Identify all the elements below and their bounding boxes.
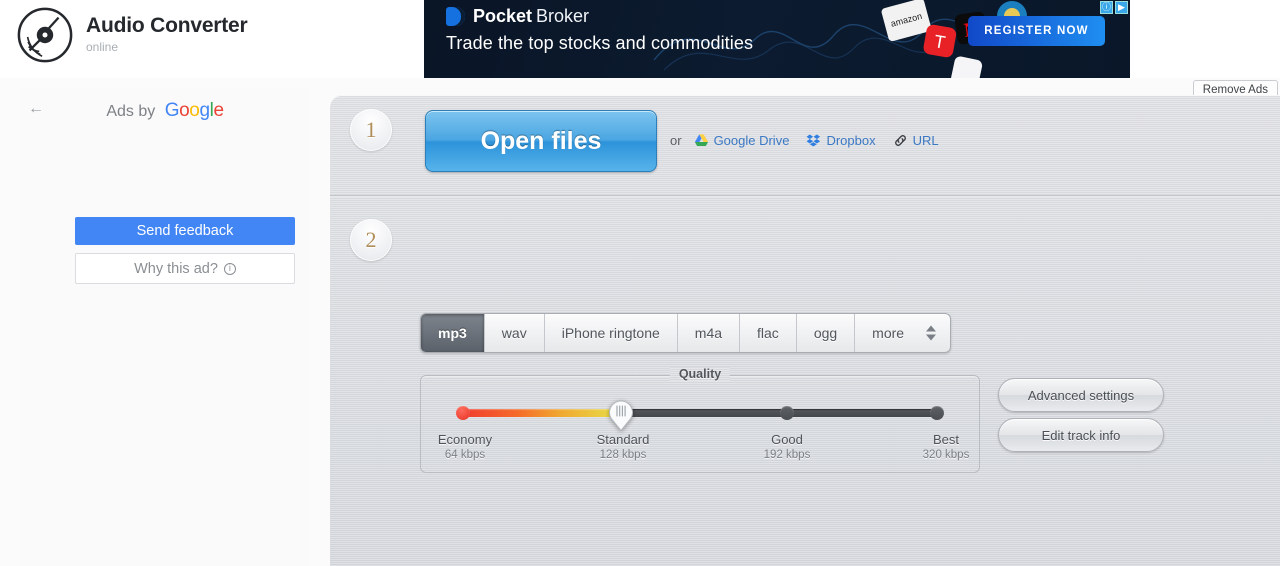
adchoices-group[interactable]: ⓘ ▶ xyxy=(1100,1,1128,14)
tab-wav[interactable]: wav xyxy=(485,314,545,352)
google-drive-icon xyxy=(694,134,708,146)
app-page: Audio Converter online amazon T N xyxy=(0,0,1280,566)
quality-panel: Quality Economy 64 kbps Standard 128 kbp… xyxy=(420,367,980,473)
quality-level-standard[interactable]: Standard 128 kbps xyxy=(558,432,688,461)
quality-level-good[interactable]: Good 192 kbps xyxy=(722,432,852,461)
url-label: URL xyxy=(912,133,939,148)
edit-track-info-button[interactable]: Edit track info xyxy=(998,418,1164,452)
step-1-number: 1 xyxy=(350,109,392,151)
site-logo[interactable]: Audio Converter online xyxy=(16,6,248,64)
tab-m4a[interactable]: m4a xyxy=(678,314,741,352)
dropbox-icon xyxy=(807,134,821,147)
vinyl-record-icon xyxy=(17,7,73,63)
tab-more-label: more xyxy=(872,325,905,341)
url-source[interactable]: URL xyxy=(893,133,939,148)
slider-stop-best[interactable] xyxy=(930,406,944,420)
tab-ogg[interactable]: ogg xyxy=(797,314,856,352)
format-tabs[interactable]: mp3 wav iPhone ringtone m4a flac ogg mor… xyxy=(420,313,952,353)
dropbox-source[interactable]: Dropbox xyxy=(806,133,876,148)
ads-by-google-label: Ads by Google xyxy=(20,100,310,122)
adchoices-icon[interactable]: ⓘ xyxy=(1100,1,1113,14)
standard-label: Standard xyxy=(596,432,650,447)
ad-sidebar: ← Ads by Google Send feedback Why this a… xyxy=(20,88,310,566)
slider-stop-economy[interactable] xyxy=(456,406,470,420)
best-rate: 320 kbps xyxy=(922,449,970,461)
file-source-row: or Google Drive Dropbox URL xyxy=(670,133,956,148)
good-rate: 192 kbps xyxy=(763,449,811,461)
google-drive-source[interactable]: Google Drive xyxy=(694,133,790,148)
banner-ad[interactable]: amazon T N Pocket Broker Trade the top s… xyxy=(424,0,1130,78)
standard-rate: 128 kbps xyxy=(599,449,647,461)
site-header: Audio Converter online xyxy=(0,0,424,78)
or-label: or xyxy=(670,133,682,148)
tab-iphone-ringtone[interactable]: iPhone ringtone xyxy=(545,314,678,352)
banner-brand-light: Broker xyxy=(536,6,590,26)
dropbox-label: Dropbox xyxy=(826,133,876,148)
quality-level-best[interactable]: Best 320 kbps xyxy=(881,432,1011,461)
tab-flac[interactable]: flac xyxy=(740,314,797,352)
good-label: Good xyxy=(771,432,803,447)
ads-by-prefix: Ads by xyxy=(106,103,156,120)
info-icon: i xyxy=(223,262,236,275)
step-divider xyxy=(330,195,1280,197)
site-subtitle: online xyxy=(86,40,119,54)
best-label: Best xyxy=(932,432,959,447)
quality-slider[interactable] xyxy=(421,400,979,431)
open-files-button[interactable]: Open files xyxy=(425,110,657,172)
banner-brand-bold: Pocket xyxy=(473,6,533,26)
page-title: Audio Converter xyxy=(86,14,248,37)
step-2-number: 2 xyxy=(350,219,392,261)
banner-brand: Pocket Broker xyxy=(446,6,589,27)
quality-legend: Quality xyxy=(670,367,730,381)
advanced-settings-button[interactable]: Advanced settings xyxy=(998,378,1164,412)
why-this-ad-label: Why this ad? xyxy=(134,260,218,277)
banner-tagline: Trade the top stocks and commodities xyxy=(446,33,754,53)
converter-panel: 1 Open files or Google Drive Dropbox URL… xyxy=(330,95,1280,566)
google-logo: Google xyxy=(164,100,224,121)
slider-thumb[interactable] xyxy=(608,398,634,431)
pocket-broker-logo-icon xyxy=(446,7,465,26)
slider-track[interactable] xyxy=(456,400,944,431)
slider-track-fill xyxy=(461,409,621,417)
economy-label: Economy xyxy=(437,432,493,447)
step-1-row: 1 Open files or Google Drive Dropbox URL xyxy=(330,95,1280,197)
send-feedback-button[interactable]: Send feedback xyxy=(75,217,295,245)
why-this-ad-button[interactable]: Why this ad? i xyxy=(75,253,295,284)
tab-more[interactable]: more xyxy=(855,314,950,352)
economy-rate: 64 kbps xyxy=(444,449,486,461)
google-drive-label: Google Drive xyxy=(713,133,790,148)
register-now-button[interactable]: REGISTER NOW xyxy=(968,16,1105,46)
info-icon[interactable]: ▶ xyxy=(1115,1,1128,14)
spinner-arrows-icon xyxy=(926,325,937,341)
tab-mp3[interactable]: mp3 xyxy=(421,314,485,352)
link-icon xyxy=(894,135,906,146)
quality-level-economy[interactable]: Economy 64 kbps xyxy=(400,432,530,461)
slider-stop-good[interactable] xyxy=(779,406,794,420)
